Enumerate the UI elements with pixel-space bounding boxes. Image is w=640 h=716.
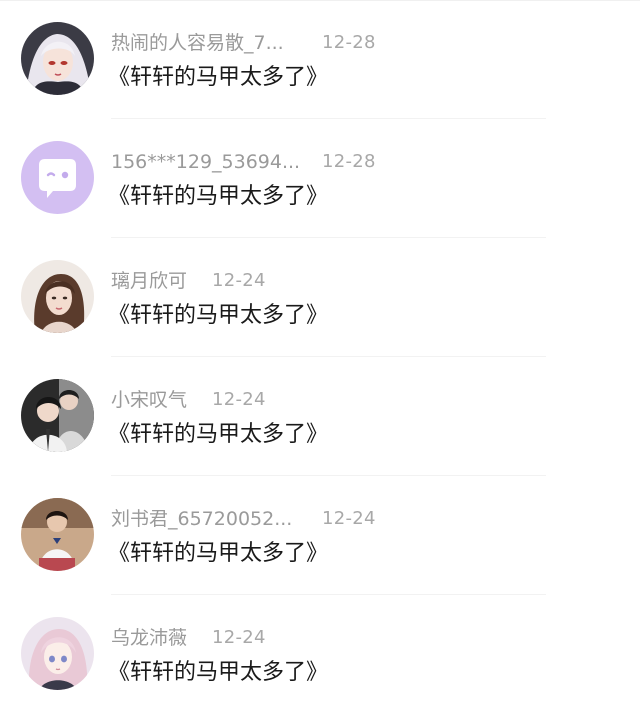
comment-item[interactable]: 刘书君_65720052... 12-24 《轩轩的马甲太多了》: [0, 476, 640, 595]
username[interactable]: 璃月欣可: [111, 268, 187, 294]
default-chat-bubble-avatar[interactable]: [21, 141, 94, 214]
comment-text: 《轩轩的马甲太多了》: [108, 660, 329, 685]
two-boys-photo-avatar[interactable]: [21, 379, 94, 452]
comment-date: 12-24: [212, 389, 266, 410]
username[interactable]: 小宋叹气: [111, 387, 187, 413]
comment-meta: 乌龙沛薇 12-24: [111, 625, 266, 651]
comment-item[interactable]: 璃月欣可 12-24 《轩轩的马甲太多了》: [0, 238, 640, 357]
anime-girl-pink-hair-avatar[interactable]: [21, 617, 94, 690]
username[interactable]: 156***129_53694...: [111, 149, 300, 175]
comment-item[interactable]: 156***129_53694... 12-28 《轩轩的马甲太多了》: [0, 119, 640, 238]
comment-list: 热闹的人容易散_7... 12-28 《轩轩的马甲太多了》 156***129_…: [0, 0, 640, 716]
comment-date: 12-24: [322, 508, 376, 529]
comment-text: 《轩轩的马甲太多了》: [108, 65, 329, 90]
comment-meta: 热闹的人容易散_7... 12-28: [111, 30, 376, 56]
comment-text: 《轩轩的马甲太多了》: [108, 184, 329, 209]
comment-date: 12-24: [212, 627, 266, 648]
username[interactable]: 热闹的人容易散_7...: [111, 30, 284, 56]
comment-text: 《轩轩的马甲太多了》: [108, 303, 329, 328]
comment-meta: 小宋叹气 12-24: [111, 387, 266, 413]
comment-text: 《轩轩的马甲太多了》: [108, 422, 329, 447]
comment-date: 12-28: [322, 151, 376, 172]
comment-date: 12-24: [212, 270, 266, 291]
comment-item[interactable]: 热闹的人容易散_7... 12-28 《轩轩的马甲太多了》: [0, 0, 640, 119]
comment-item[interactable]: 小宋叹气 12-24 《轩轩的马甲太多了》: [0, 357, 640, 476]
comment-meta: 156***129_53694... 12-28: [111, 149, 376, 175]
username[interactable]: 刘书君_65720052...: [111, 506, 292, 532]
girl-school-uniform-avatar[interactable]: [21, 498, 94, 571]
girl-selfie-avatar[interactable]: [21, 260, 94, 333]
comment-text: 《轩轩的马甲太多了》: [108, 541, 329, 566]
comment-item[interactable]: 乌龙沛薇 12-24 《轩轩的马甲太多了》: [0, 595, 640, 714]
anime-girl-white-hair-avatar[interactable]: [21, 22, 94, 95]
comment-meta: 刘书君_65720052... 12-24: [111, 506, 376, 532]
username[interactable]: 乌龙沛薇: [111, 625, 187, 651]
comment-meta: 璃月欣可 12-24: [111, 268, 266, 294]
comment-date: 12-28: [322, 32, 376, 53]
